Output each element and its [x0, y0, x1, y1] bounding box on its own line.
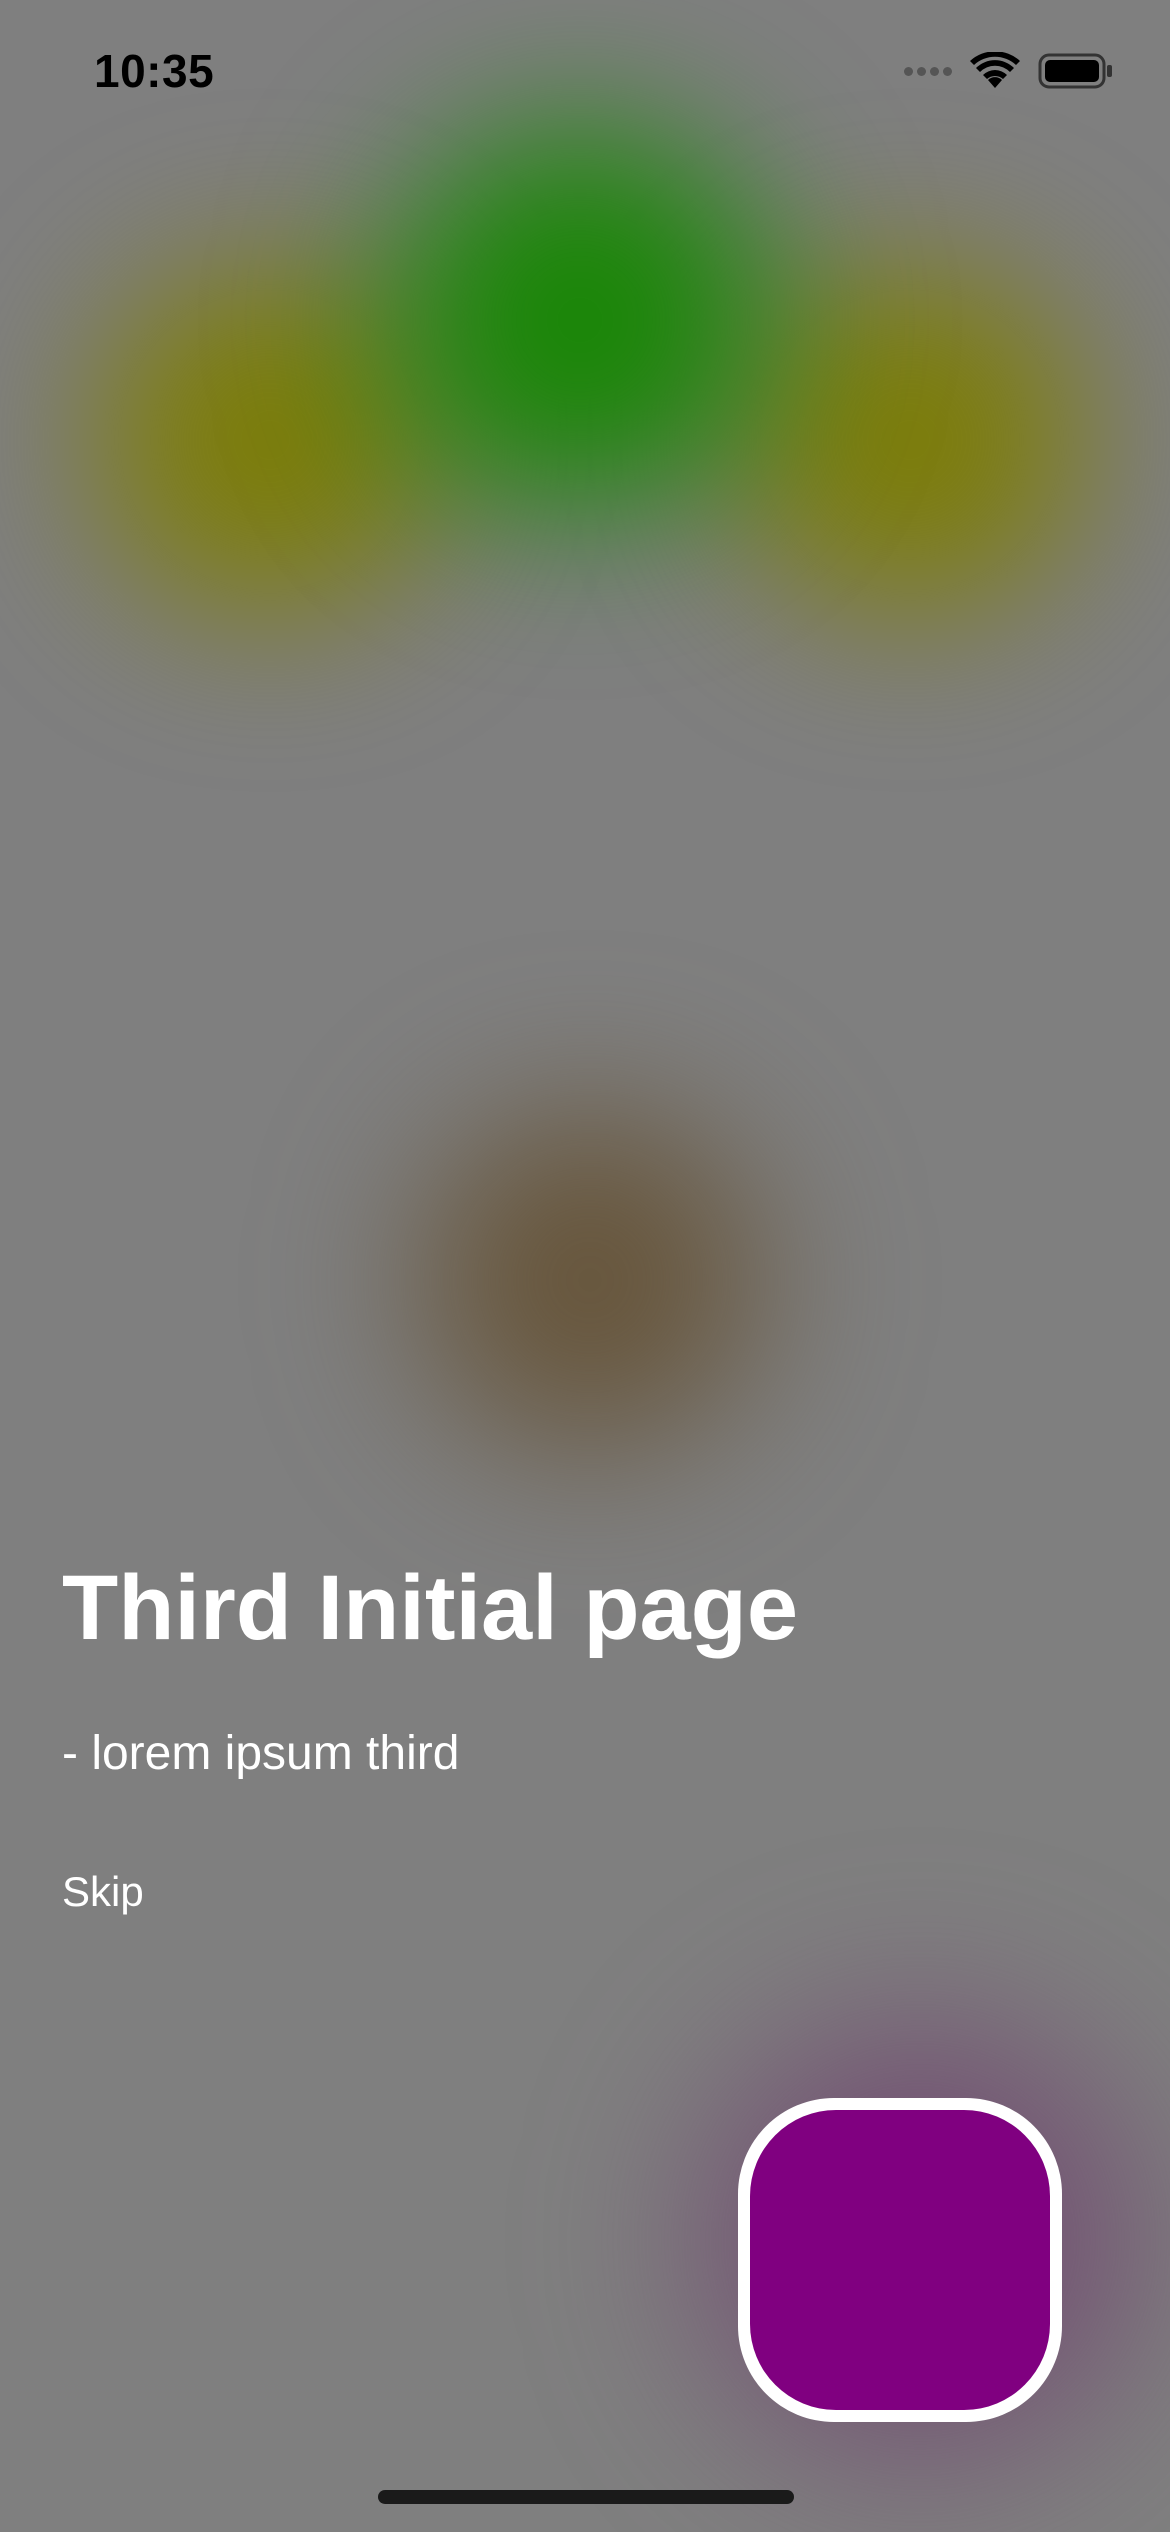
home-indicator: [378, 2490, 794, 2504]
background-blob-green: [340, 80, 820, 560]
next-button[interactable]: [738, 2098, 1062, 2422]
wifi-icon: [970, 52, 1020, 88]
battery-icon: [1038, 53, 1112, 89]
page-subtitle: - lorem ipsum third: [62, 1727, 460, 1780]
onboarding-screen: 10:35 Third Initial page - lorem ipsum t…: [0, 0, 1170, 2532]
page-title: Third Initial page: [62, 1557, 799, 1659]
signal-dots-icon: [904, 66, 952, 76]
status-icons: [904, 52, 1114, 90]
background-blob-brown: [380, 1070, 800, 1490]
next-button-fill: [750, 2110, 1050, 2410]
status-time: 10:35: [94, 45, 215, 97]
skip-button[interactable]: Skip: [62, 1868, 144, 1916]
